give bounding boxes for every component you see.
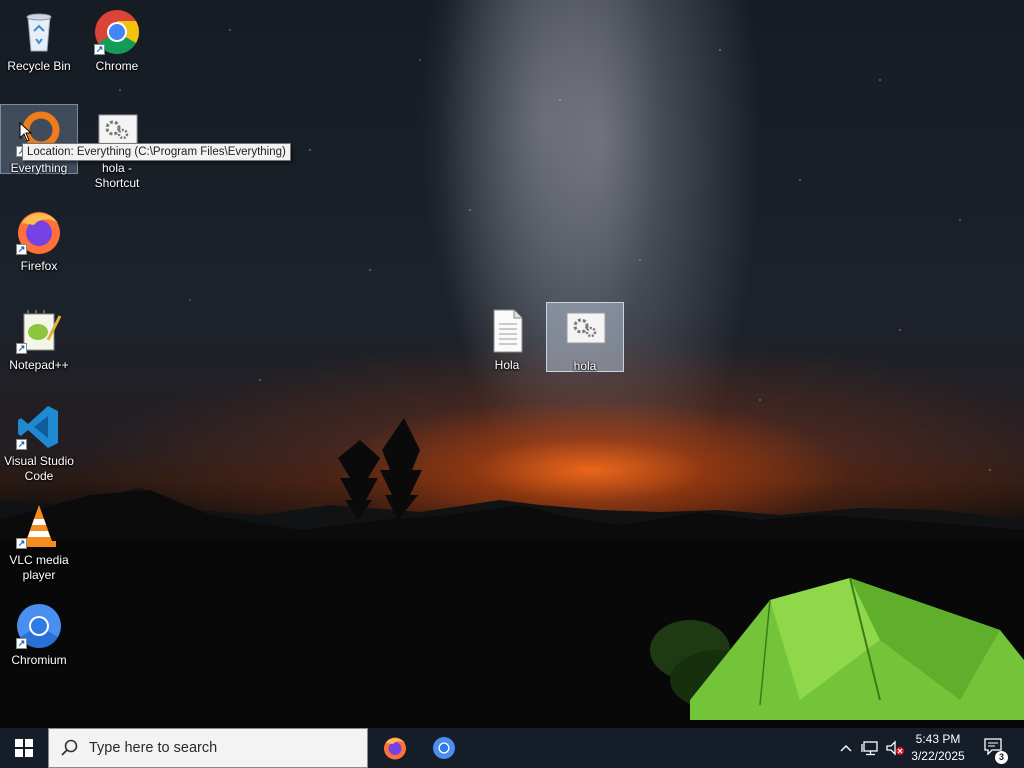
search-icon (49, 739, 89, 757)
chrome-label: Chrome (95, 59, 139, 73)
notification-count-badge: 3 (995, 750, 1008, 764)
taskbar-firefox-button[interactable] (371, 728, 419, 768)
everything-icon[interactable]: ↗ Everything (0, 104, 78, 175)
clock-date: 3/22/2025 (911, 749, 965, 763)
hola-shortcut-label: hola - Shortcut (94, 161, 140, 190)
hola-text-file-icon[interactable]: Hola (468, 301, 546, 374)
mouse-cursor-icon (19, 122, 33, 142)
icon-tooltip: Location: Everything (C:\Program Files\E… (22, 143, 291, 161)
vlc-icon[interactable]: ↗ VLC media player (0, 496, 78, 584)
chrome-icon[interactable]: ↗ Chrome (78, 2, 156, 75)
hola-settings-file-label: hola (573, 359, 597, 373)
clock-time: 5:43 PM (915, 732, 961, 746)
network-icon (861, 741, 878, 756)
show-hidden-icons-button[interactable] (836, 728, 856, 768)
recycle-bin-graphic (26, 13, 52, 52)
firefox-icon (384, 737, 406, 760)
start-button[interactable] (0, 728, 48, 768)
settings-file-icon (566, 312, 606, 344)
firefox-label: Firefox (20, 259, 58, 273)
shortcut-arrow-icon: ↗ (16, 638, 27, 649)
taskbar: Type here to search 5:43 PM 3/22/2025 3 (0, 728, 1024, 768)
chromium-label: Chromium (11, 653, 67, 667)
vlc-label: VLC media player (9, 553, 69, 582)
action-center-button[interactable]: 3 (978, 728, 1008, 768)
shortcut-arrow-icon: ↗ (16, 538, 27, 549)
hola-text-file-label: Hola (494, 358, 520, 372)
notepadpp-label: Notepad++ (9, 358, 69, 372)
shortcut-arrow-icon: ↗ (16, 439, 27, 450)
firefox-icon[interactable]: ↗ Firefox (0, 202, 78, 275)
hola-settings-file-icon[interactable]: hola (546, 302, 624, 373)
chevron-up-icon (840, 745, 852, 752)
taskbar-search-box[interactable]: Type here to search (48, 728, 368, 768)
network-status-button[interactable] (858, 728, 882, 768)
desktop[interactable]: Recycle Bin ↗ Chrome ↗ Everything (0, 0, 1024, 728)
search-placeholder: Type here to search (89, 740, 218, 756)
vscode-icon[interactable]: ↗ Visual Studio Code (0, 397, 78, 485)
recycle-bin-icon[interactable]: Recycle Bin (0, 2, 78, 75)
vscode-label: Visual Studio Code (4, 454, 74, 483)
taskbar-clock[interactable]: 5:43 PM 3/22/2025 (902, 731, 974, 765)
taskbar-chromium-button[interactable] (420, 728, 468, 768)
everything-label: Everything (10, 161, 68, 175)
recycle-bin-label: Recycle Bin (7, 59, 71, 73)
chromium-icon (433, 737, 455, 759)
text-document-icon (493, 309, 523, 353)
notepadpp-icon[interactable]: ↗ Notepad++ (0, 301, 78, 374)
shortcut-arrow-icon: ↗ (16, 343, 27, 354)
windows-logo-icon (15, 739, 33, 757)
chromium-icon[interactable]: ↗ Chromium (0, 596, 78, 669)
shortcut-arrow-icon: ↗ (94, 44, 105, 55)
shortcut-arrow-icon: ↗ (16, 244, 27, 255)
